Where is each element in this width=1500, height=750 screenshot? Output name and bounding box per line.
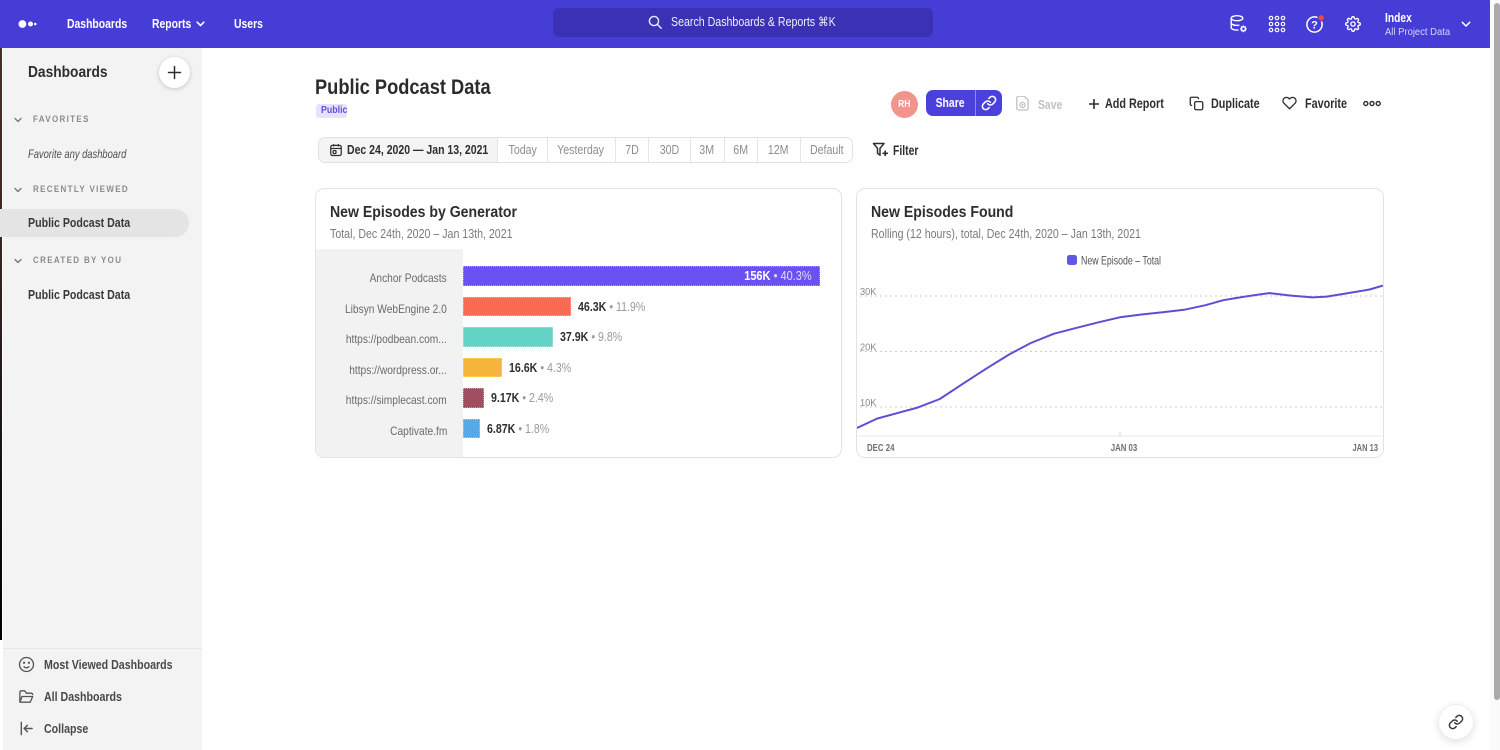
svg-text:New Episode – Total: New Episode – Total — [1081, 254, 1161, 268]
svg-text:DEC 24: DEC 24 — [867, 442, 895, 454]
svg-text:10K: 10K — [860, 397, 877, 409]
svg-text:30K: 30K — [860, 286, 877, 298]
svg-text:?: ? — [1311, 19, 1318, 31]
svg-text:JAN 13: JAN 13 — [1353, 442, 1379, 454]
svg-text:20K: 20K — [860, 342, 877, 354]
svg-text:JAN 03: JAN 03 — [1111, 442, 1138, 454]
